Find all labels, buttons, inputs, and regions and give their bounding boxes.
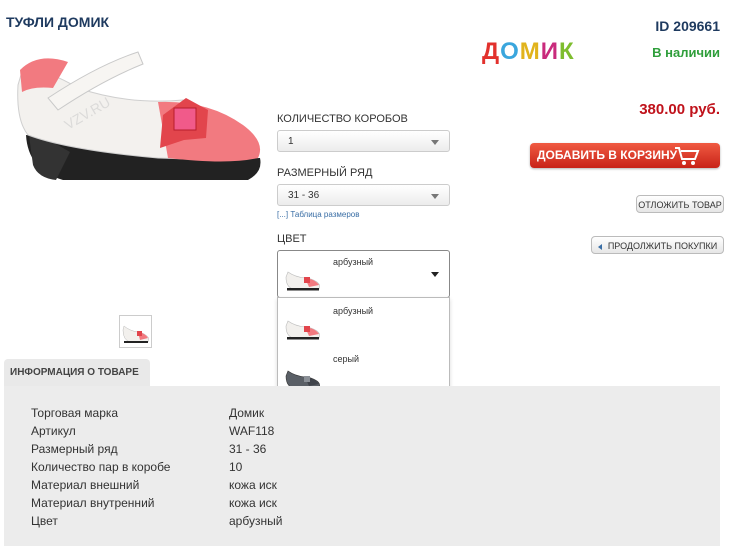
brand-letter: Д: [482, 38, 501, 65]
brand-letter: К: [559, 38, 575, 65]
info-row-label: Цвет: [31, 514, 58, 528]
info-row-label: Торговая марка: [31, 406, 119, 420]
size-label: РАЗМЕРНЫЙ РЯД: [277, 167, 373, 179]
triangle-down-icon: [431, 272, 439, 277]
cart-icon: [675, 147, 700, 165]
size-table-link[interactable]: [...] Таблица размеров: [277, 210, 360, 219]
color-option-label: серый: [333, 354, 360, 364]
brand-letter: И: [540, 38, 560, 65]
color-swatch-image: [285, 320, 320, 340]
continue-shopping-label: ПРОДОЛЖИТЬ ПОКУПКИ: [607, 241, 718, 251]
continue-shopping-button[interactable]: ПРОДОЛЖИТЬ ПОКУПКИ: [591, 236, 724, 254]
product-thumbnail[interactable]: [119, 315, 152, 348]
info-row-value: 31 - 36: [229, 442, 267, 456]
product-main-image[interactable]: VZV.RU: [8, 40, 270, 195]
add-to-cart-label: ДОБАВИТЬ В КОРЗИНУ: [537, 148, 678, 162]
info-row-label: Размерный ряд: [31, 442, 118, 456]
color-dropdown: арбузный серый: [277, 297, 450, 399]
info-row-label: Материал внутренний: [31, 496, 155, 510]
info-row-label: Количество пар в коробе: [31, 460, 171, 474]
product-title: ТУФЛИ ДОМИК: [6, 14, 110, 30]
color-option-label: арбузный: [333, 306, 374, 316]
boxes-label: КОЛИЧЕСТВО КОРОБОВ: [277, 113, 408, 125]
color-option[interactable]: арбузный: [278, 298, 449, 348]
chevron-down-icon: [431, 140, 439, 145]
brand-logo: ДОМИК: [482, 38, 575, 66]
product-info-panel: Торговая марка Домик Артикул WAF118 Разм…: [4, 386, 720, 546]
brand-letter: М: [519, 38, 541, 65]
size-select-value: 31 - 36: [288, 190, 320, 201]
stock-status: В наличии: [652, 45, 720, 60]
color-select[interactable]: арбузный: [277, 250, 450, 298]
color-select-value: арбузный: [333, 257, 374, 267]
brand-letter: О: [500, 38, 520, 65]
info-row-value: кожа иск: [229, 496, 277, 510]
info-row-value: Домик: [229, 406, 265, 420]
size-select[interactable]: 31 - 36: [277, 184, 450, 206]
triangle-left-icon: [597, 243, 602, 250]
boxes-select[interactable]: 1: [277, 130, 450, 152]
info-row-value: WAF118: [229, 424, 275, 438]
chevron-down-icon: [431, 194, 439, 199]
tab-product-info[interactable]: ИНФОРМАЦИЯ О ТОВАРЕ: [4, 359, 150, 387]
add-to-cart-button[interactable]: ДОБАВИТЬ В КОРЗИНУ: [530, 143, 720, 168]
info-row-label: Артикул: [31, 424, 76, 438]
color-swatch-image: [285, 271, 320, 291]
boxes-select-value: 1: [288, 136, 294, 147]
color-label: ЦВЕТ: [277, 233, 307, 245]
info-row-value: арбузный: [229, 514, 283, 528]
info-row-value: 10: [229, 460, 243, 474]
info-row-value: кожа иск: [229, 478, 277, 492]
product-id: ID 209661: [655, 18, 720, 34]
product-price: 380.00 руб.: [639, 101, 720, 118]
info-row-label: Материал внешний: [31, 478, 140, 492]
defer-button[interactable]: ОТЛОЖИТЬ ТОВАР: [636, 195, 724, 213]
